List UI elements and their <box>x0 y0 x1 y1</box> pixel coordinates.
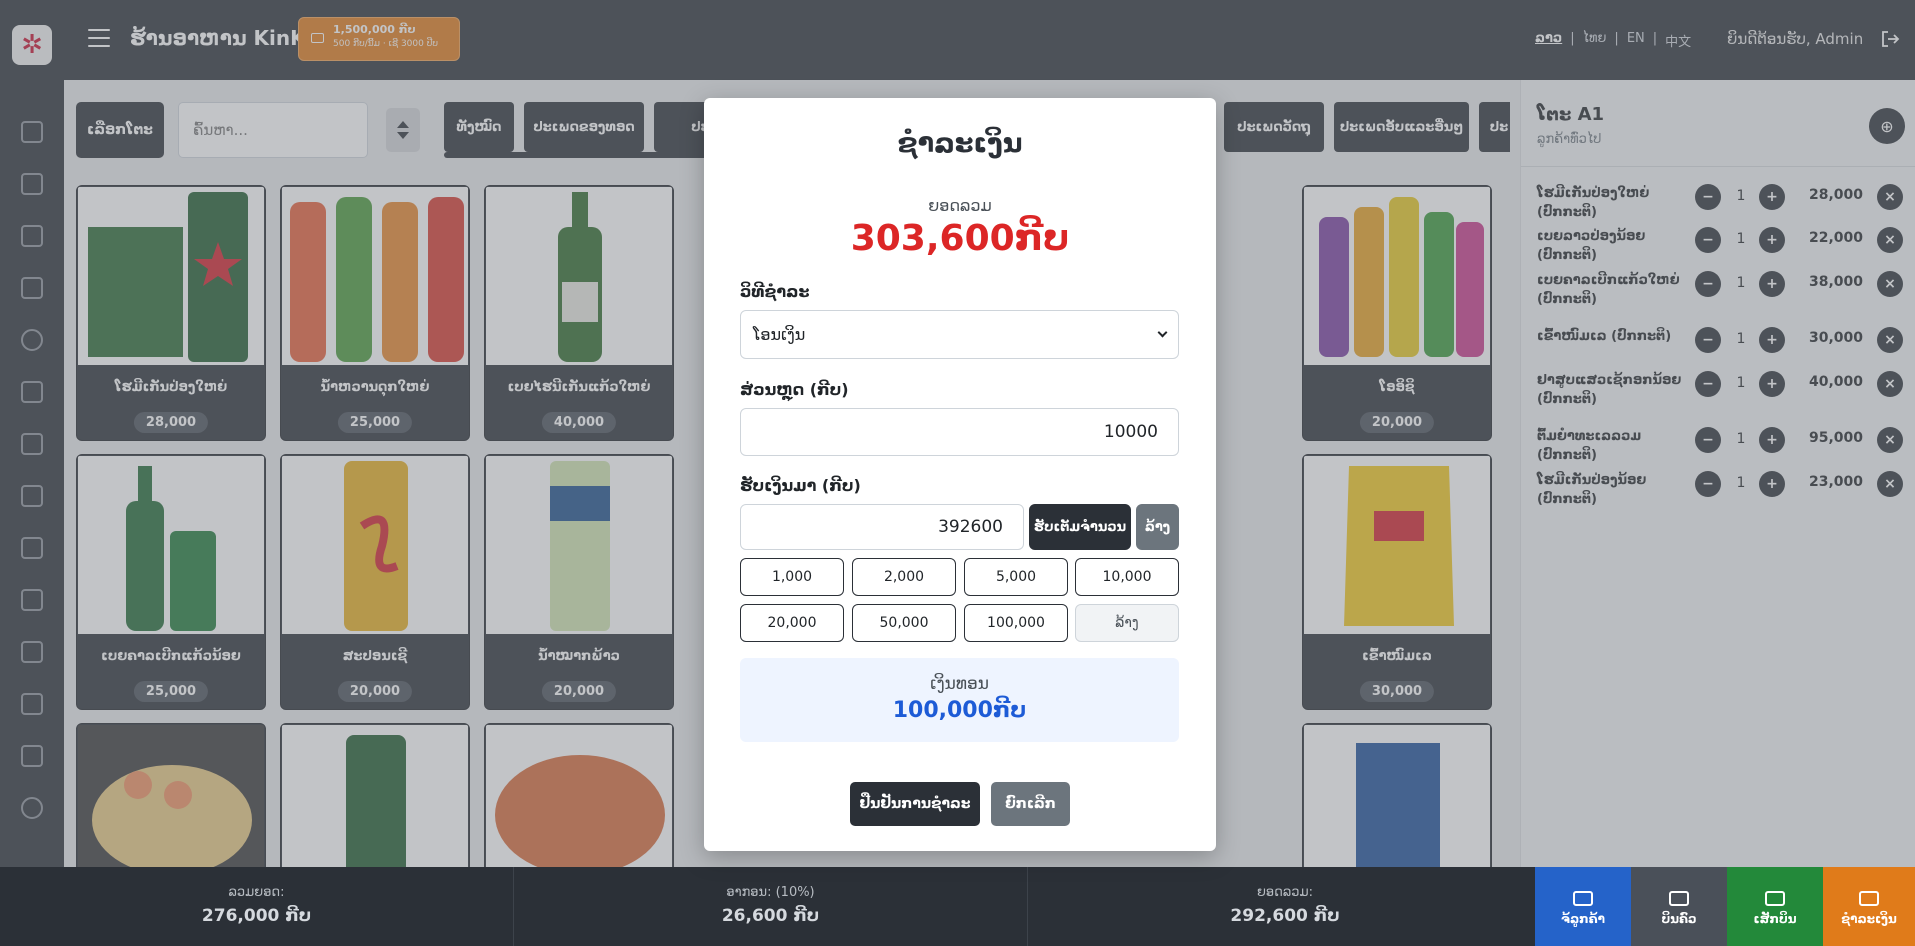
quick-amount-button[interactable]: 100,000 <box>964 604 1068 642</box>
quick-clear-button[interactable]: ລ້າງ <box>1075 604 1179 642</box>
payment-modal: ຊຳລະເງິນ ຍອດລວມ 303,600ກີບ ວິທີຊຳລະ ໂອນເ… <box>704 98 1216 851</box>
subtotal-label: ລວມຍອດ: <box>228 885 285 900</box>
subtotal-stat: ລວມຍອດ: 276,000 ກີບ <box>0 867 514 946</box>
modal-total-amount: 303,600ກີບ <box>850 218 1070 259</box>
total-stat: ຍອດລວມ: 292,600 ກີບ <box>1028 867 1542 946</box>
payment-method-label: ວິທີຊຳລະ <box>740 282 810 301</box>
clear-received-button[interactable]: ລ້າງ <box>1136 504 1179 550</box>
customer-display-button[interactable]: ຈ້ລູກຄ້າ <box>1535 867 1631 946</box>
change-label: ເງິນທອນ <box>930 674 989 694</box>
kitchen-bill-button[interactable]: ບິນຄົວ <box>1631 867 1727 946</box>
discount-label: ສ່ວນຫຼຸດ (ກີບ) <box>740 380 849 399</box>
discount-input[interactable]: 10000 <box>740 408 1179 456</box>
quick-amount-button[interactable]: 1,000 <box>740 558 844 596</box>
total-label: ຍອດລວມ: <box>1256 885 1314 900</box>
pay-button[interactable]: ຊຳລະເງິນ <box>1823 867 1915 946</box>
tax-value: 26,600 ກີບ <box>721 906 820 926</box>
receipt-icon <box>1765 891 1785 906</box>
check-bill-label: ເສັກບິນ <box>1753 912 1797 926</box>
change-amount: 100,000ກີບ <box>892 698 1027 723</box>
quick-amount-button[interactable]: 5,000 <box>964 558 1068 596</box>
customer-display-label: ຈ້ລູກຄ້າ <box>1561 912 1605 926</box>
quick-amount-button[interactable]: 20,000 <box>740 604 844 642</box>
change-box: ເງິນທອນ 100,000ກີບ <box>740 658 1179 742</box>
received-value: 392600 <box>938 517 1003 537</box>
check-bill-button[interactable]: ເສັກບິນ <box>1727 867 1823 946</box>
quick-amount-button[interactable]: 50,000 <box>852 604 956 642</box>
monitor-icon <box>1573 891 1593 906</box>
quick-amount-button[interactable]: 2,000 <box>852 558 956 596</box>
modal-total-label: ຍອດລວມ <box>928 196 992 215</box>
discount-value: 10000 <box>1103 422 1158 442</box>
chevron-down-icon <box>1157 327 1168 338</box>
payment-method-value: ໂອນເງິນ <box>753 325 806 344</box>
payment-method-select[interactable]: ໂອນເງິນ <box>740 310 1179 359</box>
subtotal-value: 276,000 ກີບ <box>201 906 312 926</box>
printer-icon <box>1669 891 1689 906</box>
received-input[interactable]: 392600 <box>740 504 1024 550</box>
full-amount-button[interactable]: ຮັບເຕັມຈຳນວນ <box>1029 504 1131 550</box>
quick-amount-button[interactable]: 10,000 <box>1075 558 1179 596</box>
cancel-button[interactable]: ຍົກເລີກ <box>991 782 1070 826</box>
pay-label: ຊຳລະເງິນ <box>1841 912 1897 926</box>
confirm-payment-button[interactable]: ຢືນຢັນການຊຳລະ <box>850 782 980 826</box>
tax-stat: ອາກອນ: (10%) 26,600 ກີບ <box>514 867 1028 946</box>
footer-bar: ລວມຍອດ: 276,000 ກີບ ອາກອນ: (10%) 26,600 … <box>0 867 1915 946</box>
tax-label: ອາກອນ: (10%) <box>726 885 815 900</box>
modal-title: ຊຳລະເງິນ <box>897 128 1023 159</box>
kitchen-bill-label: ບິນຄົວ <box>1661 912 1697 926</box>
received-label: ຮັບເງິນມາ (ກີບ) <box>740 476 861 495</box>
card-icon <box>1859 891 1879 906</box>
total-value: 292,600 ກີບ <box>1230 906 1340 926</box>
